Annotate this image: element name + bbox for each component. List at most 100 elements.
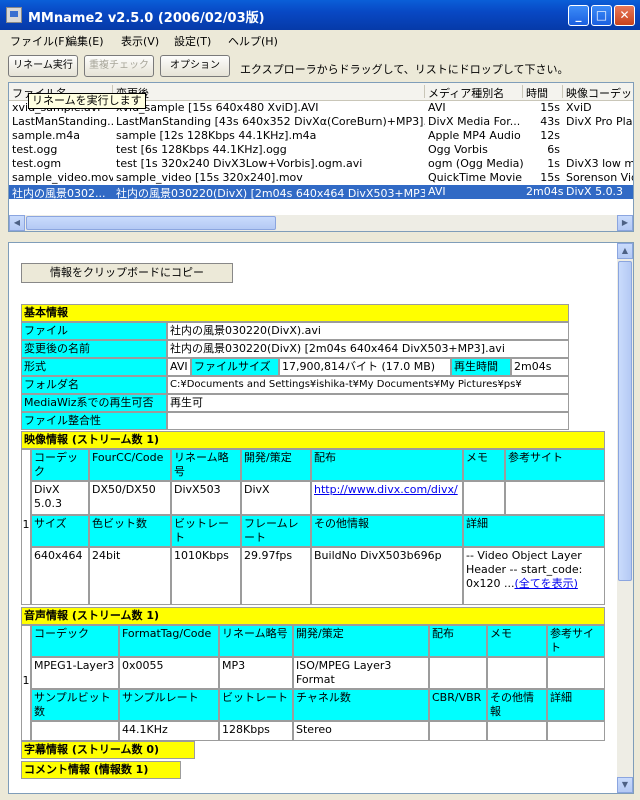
row-filename: 社内の風景0302... <box>12 187 106 200</box>
scroll-right-icon[interactable]: ▶ <box>617 215 633 231</box>
video-h1-1: FourCC/Code <box>89 449 171 481</box>
newname-label: 変更後の名前 <box>21 340 167 358</box>
horizontal-scrollbar[interactable]: ◀ ▶ <box>9 215 633 231</box>
video-v1-3: DivX <box>241 481 311 515</box>
rename-tooltip: リネームを実行します <box>28 93 146 109</box>
col-videocodec[interactable]: 映像コーデック <box>563 85 633 98</box>
row-videocodec: Sorenson Vid <box>566 171 634 184</box>
row-newname: test [6s 128Kbps 44.1KHz].ogg <box>116 143 287 156</box>
row-filename: sample.m4a <box>12 129 80 142</box>
row-mediatype: Ogg Vorbis <box>428 143 488 156</box>
audio-v1-6 <box>547 657 605 689</box>
list-row[interactable]: test.ogm test [1s 320x240 DivX3Low+Vorbis… <box>9 157 633 171</box>
newname-value: 社内の風景030220(DivX) [2m04s 640x464 DivX503… <box>167 340 569 358</box>
minimize-button[interactable]: _ <box>568 5 589 26</box>
audio-h1-5: メモ <box>487 625 547 657</box>
col-time[interactable]: 時間 <box>523 85 563 98</box>
menu-help[interactable]: ヘルプ(H) <box>228 33 278 49</box>
rename-button[interactable]: リネーム実行 <box>8 55 78 77</box>
list-row[interactable]: test.ogg test [6s 128Kbps 44.1KHz].ogg Ogg… <box>9 143 633 157</box>
list-row[interactable]: sample.m4a sample [12s 128Kbps 44.1KHz].m… <box>9 129 633 143</box>
integrity-label: ファイル整合性 <box>21 412 167 430</box>
file-label: ファイル <box>21 322 167 340</box>
audio-v1-0: MPEG1-Layer3 <box>31 657 119 689</box>
video-h1-4: 配布 <box>311 449 463 481</box>
scroll-down-icon[interactable]: ▼ <box>617 777 633 793</box>
audio-v2-6 <box>547 721 605 741</box>
menu-view[interactable]: 表示(V) <box>121 33 159 49</box>
row-videocodec: XviD <box>566 101 592 114</box>
file-value: 社内の風景030220(DivX).avi <box>167 322 569 340</box>
video-v1-6 <box>505 481 605 515</box>
row-time: 15s <box>540 171 560 184</box>
filesize-value: 17,900,814バイト (17.0 MB) <box>279 358 451 376</box>
audio-v2-3: Stereo <box>293 721 429 741</box>
format-value: AVI <box>167 358 191 376</box>
maximize-button[interactable]: □ <box>591 5 612 26</box>
audio-h2-1: サンプルレート <box>119 689 219 721</box>
row-filename: sample_video.mov <box>12 171 113 184</box>
row-newname: LastManStanding [43s 640x352 DivXα(CoreB… <box>116 115 425 128</box>
list-row[interactable]: LastManStanding... LastManStanding [43s 6… <box>9 115 633 129</box>
video-h1-6: 参考サイト <box>505 449 605 481</box>
row-filename: LastManStanding... <box>12 115 113 128</box>
row-videocodec: DivX3 low mc <box>566 157 634 170</box>
col-mediatype[interactable]: メディア種別名 <box>425 85 523 98</box>
video-h2-5: 詳細 <box>463 515 605 547</box>
col-newname[interactable]: 変更後 <box>113 85 425 98</box>
vertical-scroll-thumb[interactable] <box>618 261 632 581</box>
playtime-value: 2m04s <box>511 358 569 376</box>
row-time: 6s <box>547 143 560 156</box>
audio-v1-5 <box>487 657 547 689</box>
comment-info-header: コメント情報 (情報数 1) <box>21 761 181 779</box>
row-newname: 社内の風景030220(DivX) [2m04s 640x464 DivX503… <box>116 187 425 200</box>
video-h1-2: リネーム略号 <box>171 449 241 481</box>
mediawiz-value: 再生可 <box>167 394 569 412</box>
vertical-scrollbar[interactable]: ▲ ▼ <box>617 243 633 793</box>
info-panel: 情報をクリップボードにコピー 基本情報 ファイル 社内の風景030220(Div… <box>8 242 634 794</box>
audio-v2-2: 128Kbps <box>219 721 293 741</box>
title-bar: MMname2 v2.5.0 (2006/02/03版) _ □ ✕ <box>0 0 640 30</box>
duplicate-check-button[interactable]: 重複チェック <box>84 55 154 77</box>
show-all-link[interactable]: (全てを表示) <box>515 577 578 590</box>
audio-v1-2: MP3 <box>219 657 293 689</box>
list-row[interactable]: sample_video.mov sample_video [15s 320x24… <box>9 171 633 185</box>
audio-info-header: 音声情報 (ストリーム数 1) <box>21 607 605 625</box>
video-v2-3: 29.97fps <box>241 547 311 605</box>
close-button[interactable]: ✕ <box>614 5 635 26</box>
scroll-left-icon[interactable]: ◀ <box>9 215 25 231</box>
folder-label: フォルダ名 <box>21 376 167 394</box>
video-h2-4: その他情報 <box>311 515 463 547</box>
row-time: 15s <box>540 101 560 114</box>
list-row[interactable]: 社内の風景0302... 社内の風景030220(DivX) [2m04s 640… <box>9 185 633 200</box>
audio-h2-3: チャネル数 <box>293 689 429 721</box>
video-v2-1: 24bit <box>89 547 171 605</box>
audio-h1-1: FormatTag/Code <box>119 625 219 657</box>
menu-edit[interactable]: 編集(E) <box>66 33 104 49</box>
row-mediatype: Apple MP4 Audio <box>428 129 521 142</box>
audio-v2-5 <box>487 721 547 741</box>
video-h2-2: ビットレート <box>171 515 241 547</box>
row-mediatype: QuickTime Movie <box>428 171 523 184</box>
video-h2-3: フレームレート <box>241 515 311 547</box>
scroll-up-icon[interactable]: ▲ <box>617 243 633 259</box>
video-v2-5: -- Video Object Layer Header -- start_co… <box>463 547 605 605</box>
horizontal-scroll-thumb[interactable] <box>26 216 276 230</box>
audio-v2-0 <box>31 721 119 741</box>
window-title: MMname2 v2.5.0 (2006/02/03版) <box>28 11 265 26</box>
menu-settings[interactable]: 設定(T) <box>174 33 211 49</box>
row-mediatype: AVI <box>428 101 446 114</box>
row-filename: test.ogm <box>12 157 62 170</box>
video-h1-5: メモ <box>463 449 505 481</box>
divx-url-link[interactable]: http://www.divx.com/divx/ <box>314 483 458 496</box>
video-v2-2: 1010Kbps <box>171 547 241 605</box>
options-button[interactable]: オプション <box>160 55 230 77</box>
mediawiz-label: MediaWiz系での再生可否 <box>21 394 167 412</box>
copy-to-clipboard-button[interactable]: 情報をクリップボードにコピー <box>21 263 233 283</box>
row-videocodec: DivX 5.0.3 <box>566 185 624 198</box>
filesize-label: ファイルサイズ <box>191 358 279 376</box>
video-v1-1: DX50/DX50 <box>89 481 171 515</box>
video-info-header: 映像情報 (ストリーム数 1) <box>21 431 605 449</box>
menu-file[interactable]: ファイル(F) <box>10 33 69 49</box>
audio-h2-2: ビットレート <box>219 689 293 721</box>
